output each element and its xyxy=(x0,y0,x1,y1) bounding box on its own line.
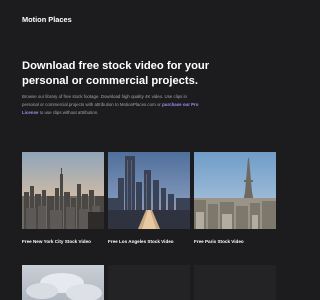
video-card-title[interactable]: Free New York City Stock Video xyxy=(22,239,104,244)
video-card-new-york[interactable]: Free New York City Stock Video xyxy=(22,152,104,244)
page-title: Download free stock video for your perso… xyxy=(22,60,210,87)
new-york-skyline-image[interactable] xyxy=(22,152,104,229)
page: Motion Places Download free stock video … xyxy=(0,0,300,300)
video-card-los-angeles[interactable]: Free Los Angeles Stock Video xyxy=(108,152,190,244)
video-card-title[interactable]: Free Paris Stock Video xyxy=(194,239,276,244)
paris-skyline-image[interactable] xyxy=(194,152,276,229)
video-card-placeholder[interactable] xyxy=(194,265,276,300)
video-card-paris[interactable]: Free Paris Stock Video xyxy=(194,152,276,244)
cloudy-sky-image[interactable] xyxy=(22,265,104,300)
hero-description-text-end: to use clips without attribution. xyxy=(39,109,99,115)
los-angeles-skyline-image[interactable] xyxy=(108,152,190,229)
video-card-title[interactable]: Free Los Angeles Stock Video xyxy=(108,239,190,244)
video-card-placeholder[interactable] xyxy=(108,265,190,300)
video-card-partial[interactable] xyxy=(22,265,104,300)
site-logo[interactable]: Motion Places xyxy=(22,15,72,24)
hero-description: Browse our library of free stock footage… xyxy=(22,93,202,116)
